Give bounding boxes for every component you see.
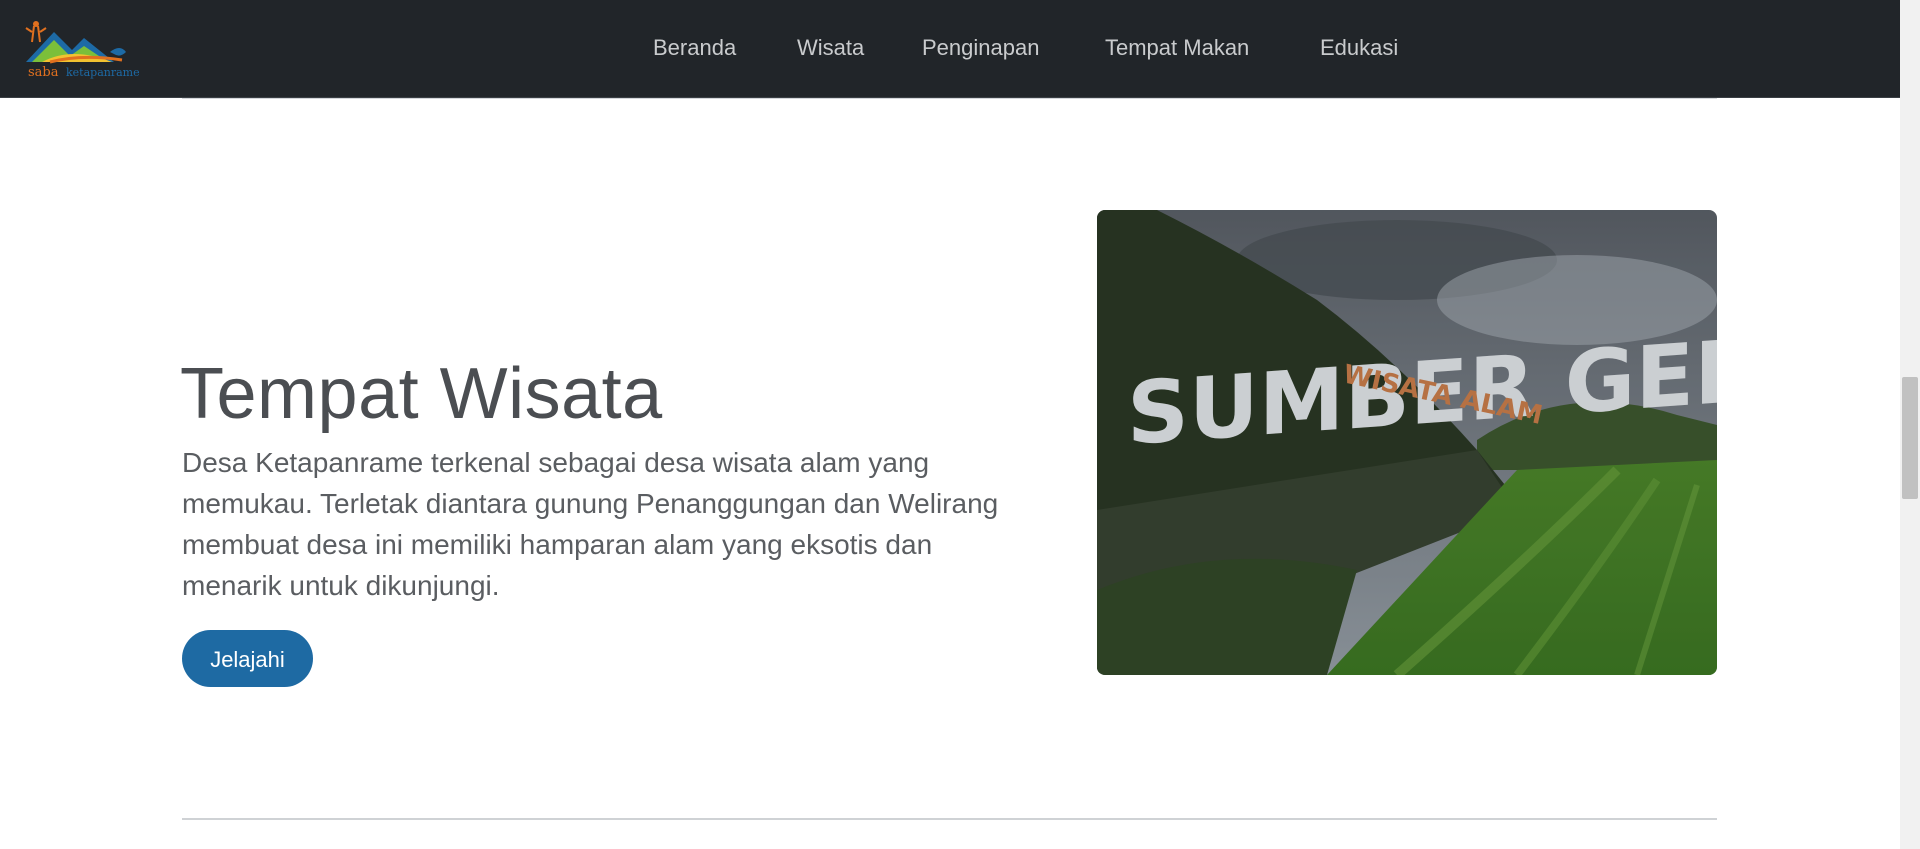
nav-link-wisata[interactable]: Wisata — [797, 34, 864, 62]
scrollbar-thumb[interactable] — [1902, 377, 1918, 499]
nav-link-beranda[interactable]: Beranda — [653, 34, 736, 62]
bottom-divider — [182, 818, 1717, 820]
nav-link-penginapan[interactable]: Penginapan — [922, 34, 1039, 62]
hero-description: Desa Ketapanrame terkenal sebagai desa w… — [182, 447, 999, 601]
nav-link-edukasi[interactable]: Edukasi — [1320, 34, 1398, 62]
main-nav: Beranda Wisata Penginapan Tempat Makan E… — [0, 0, 1900, 97]
hero-photo: SUMBER GEN WISATA ALAM — [1097, 210, 1717, 675]
nav-link-tempat-makan[interactable]: Tempat Makan — [1105, 34, 1249, 62]
top-divider — [182, 98, 1717, 99]
explore-button[interactable]: Jelajahi — [182, 630, 313, 687]
top-navbar: saba ketapanrame Beranda Wisata Penginap… — [0, 0, 1900, 98]
hero-title: Tempat Wisata — [180, 354, 663, 434]
